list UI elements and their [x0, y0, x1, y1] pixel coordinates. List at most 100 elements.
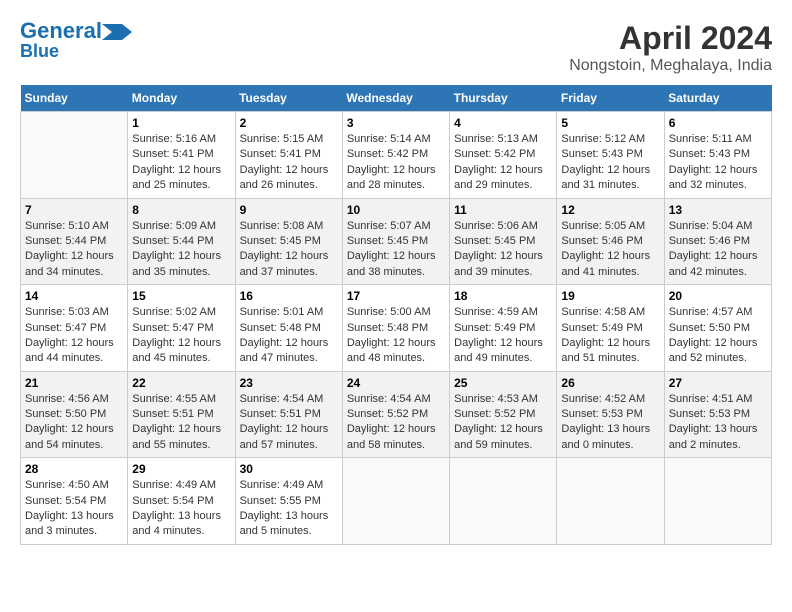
day-number: 29 [132, 462, 230, 476]
calendar-cell [342, 458, 449, 545]
logo-text: General [20, 20, 102, 42]
day-info: Sunrise: 5:07 AM Sunset: 5:45 PM Dayligh… [347, 219, 445, 281]
day-number: 22 [132, 376, 230, 390]
day-info: Sunrise: 5:12 AM Sunset: 5:43 PM Dayligh… [561, 132, 659, 194]
day-info: Sunrise: 4:52 AM Sunset: 5:53 PM Dayligh… [561, 392, 659, 454]
day-info: Sunrise: 4:55 AM Sunset: 5:51 PM Dayligh… [132, 392, 230, 454]
calendar-table: SundayMondayTuesdayWednesdayThursdayFrid… [20, 85, 772, 545]
day-number: 17 [347, 289, 445, 303]
day-number: 4 [454, 116, 552, 130]
page-subtitle: Nongstoin, Meghalaya, India [569, 57, 772, 75]
calendar-cell: 18 Sunrise: 4:59 AM Sunset: 5:49 PM Dayli… [450, 285, 557, 372]
day-info: Sunrise: 4:51 AM Sunset: 5:53 PM Dayligh… [669, 392, 767, 454]
calendar-cell: 10 Sunrise: 5:07 AM Sunset: 5:45 PM Dayli… [342, 198, 449, 285]
day-info: Sunrise: 4:54 AM Sunset: 5:52 PM Dayligh… [347, 392, 445, 454]
day-info: Sunrise: 5:15 AM Sunset: 5:41 PM Dayligh… [240, 132, 338, 194]
calendar-cell: 20 Sunrise: 4:57 AM Sunset: 5:50 PM Dayli… [664, 285, 771, 372]
day-number: 20 [669, 289, 767, 303]
calendar-week-1: 1 Sunrise: 5:16 AM Sunset: 5:41 PM Daylig… [21, 112, 772, 199]
calendar-cell: 30 Sunrise: 4:49 AM Sunset: 5:55 PM Dayli… [235, 458, 342, 545]
header-sunday: Sunday [21, 85, 128, 112]
calendar-cell: 23 Sunrise: 4:54 AM Sunset: 5:51 PM Dayli… [235, 371, 342, 458]
calendar-week-4: 21 Sunrise: 4:56 AM Sunset: 5:50 PM Dayli… [21, 371, 772, 458]
calendar-cell: 21 Sunrise: 4:56 AM Sunset: 5:50 PM Dayli… [21, 371, 128, 458]
calendar-cell: 17 Sunrise: 5:00 AM Sunset: 5:48 PM Dayli… [342, 285, 449, 372]
day-info: Sunrise: 5:00 AM Sunset: 5:48 PM Dayligh… [347, 305, 445, 367]
day-info: Sunrise: 4:57 AM Sunset: 5:50 PM Dayligh… [669, 305, 767, 367]
calendar-cell: 9Sunrise: 5:08 AM Sunset: 5:45 PM Daylig… [235, 198, 342, 285]
day-number: 12 [561, 203, 659, 217]
day-info: Sunrise: 5:04 AM Sunset: 5:46 PM Dayligh… [669, 219, 767, 281]
day-number: 16 [240, 289, 338, 303]
calendar-cell: 13Sunrise: 5:04 AM Sunset: 5:46 PM Dayli… [664, 198, 771, 285]
day-number: 11 [454, 203, 552, 217]
day-number: 5 [561, 116, 659, 130]
day-info: Sunrise: 5:05 AM Sunset: 5:46 PM Dayligh… [561, 219, 659, 281]
calendar-cell: 11Sunrise: 5:06 AM Sunset: 5:45 PM Dayli… [450, 198, 557, 285]
day-number: 30 [240, 462, 338, 476]
day-info: Sunrise: 4:58 AM Sunset: 5:49 PM Dayligh… [561, 305, 659, 367]
calendar-cell [450, 458, 557, 545]
header-saturday: Saturday [664, 85, 771, 112]
day-info: Sunrise: 4:54 AM Sunset: 5:51 PM Dayligh… [240, 392, 338, 454]
calendar-cell: 2 Sunrise: 5:15 AM Sunset: 5:41 PM Daylig… [235, 112, 342, 199]
calendar-cell: 6 Sunrise: 5:11 AM Sunset: 5:43 PM Daylig… [664, 112, 771, 199]
day-number: 23 [240, 376, 338, 390]
calendar-week-3: 14 Sunrise: 5:03 AM Sunset: 5:47 PM Dayli… [21, 285, 772, 372]
calendar-week-5: 28Sunrise: 4:50 AM Sunset: 5:54 PM Dayli… [21, 458, 772, 545]
calendar-cell: 5 Sunrise: 5:12 AM Sunset: 5:43 PM Daylig… [557, 112, 664, 199]
calendar-week-2: 7Sunrise: 5:10 AM Sunset: 5:44 PM Daylig… [21, 198, 772, 285]
calendar-cell: 1 Sunrise: 5:16 AM Sunset: 5:41 PM Daylig… [128, 112, 235, 199]
page-header: General Blue April 2024 Nongstoin, Megha… [20, 20, 772, 75]
day-info: Sunrise: 5:16 AM Sunset: 5:41 PM Dayligh… [132, 132, 230, 194]
day-number: 15 [132, 289, 230, 303]
calendar-cell: 27 Sunrise: 4:51 AM Sunset: 5:53 PM Dayli… [664, 371, 771, 458]
day-info: Sunrise: 4:56 AM Sunset: 5:50 PM Dayligh… [25, 392, 123, 454]
calendar-cell: 24 Sunrise: 4:54 AM Sunset: 5:52 PM Dayli… [342, 371, 449, 458]
day-number: 2 [240, 116, 338, 130]
day-number: 3 [347, 116, 445, 130]
header-monday: Monday [128, 85, 235, 112]
day-number: 21 [25, 376, 123, 390]
calendar-cell: 26 Sunrise: 4:52 AM Sunset: 5:53 PM Dayli… [557, 371, 664, 458]
day-number: 6 [669, 116, 767, 130]
calendar-cell: 8 Sunrise: 5:09 AM Sunset: 5:44 PM Daylig… [128, 198, 235, 285]
day-info: Sunrise: 4:49 AM Sunset: 5:54 PM Dayligh… [132, 478, 230, 540]
day-info: Sunrise: 5:01 AM Sunset: 5:48 PM Dayligh… [240, 305, 338, 367]
calendar-cell: 28Sunrise: 4:50 AM Sunset: 5:54 PM Dayli… [21, 458, 128, 545]
day-number: 8 [132, 203, 230, 217]
day-number: 9 [240, 203, 338, 217]
logo: General Blue [20, 20, 132, 60]
day-info: Sunrise: 5:13 AM Sunset: 5:42 PM Dayligh… [454, 132, 552, 194]
day-number: 24 [347, 376, 445, 390]
day-number: 10 [347, 203, 445, 217]
day-number: 28 [25, 462, 123, 476]
header-tuesday: Tuesday [235, 85, 342, 112]
calendar-cell: 4 Sunrise: 5:13 AM Sunset: 5:42 PM Daylig… [450, 112, 557, 199]
day-number: 26 [561, 376, 659, 390]
day-info: Sunrise: 5:11 AM Sunset: 5:43 PM Dayligh… [669, 132, 767, 194]
calendar-cell: 25Sunrise: 4:53 AM Sunset: 5:52 PM Dayli… [450, 371, 557, 458]
day-number: 25 [454, 376, 552, 390]
calendar-cell: 15Sunrise: 5:02 AM Sunset: 5:47 PM Dayli… [128, 285, 235, 372]
day-number: 1 [132, 116, 230, 130]
calendar-cell: 29 Sunrise: 4:49 AM Sunset: 5:54 PM Dayli… [128, 458, 235, 545]
day-number: 14 [25, 289, 123, 303]
calendar-cell: 3 Sunrise: 5:14 AM Sunset: 5:42 PM Daylig… [342, 112, 449, 199]
calendar-cell: 7Sunrise: 5:10 AM Sunset: 5:44 PM Daylig… [21, 198, 128, 285]
day-number: 27 [669, 376, 767, 390]
day-number: 18 [454, 289, 552, 303]
calendar-cell: 22 Sunrise: 4:55 AM Sunset: 5:51 PM Dayli… [128, 371, 235, 458]
calendar-cell [557, 458, 664, 545]
day-info: Sunrise: 4:49 AM Sunset: 5:55 PM Dayligh… [240, 478, 338, 540]
day-info: Sunrise: 5:14 AM Sunset: 5:42 PM Dayligh… [347, 132, 445, 194]
day-number: 19 [561, 289, 659, 303]
day-info: Sunrise: 5:03 AM Sunset: 5:47 PM Dayligh… [25, 305, 123, 367]
day-info: Sunrise: 5:09 AM Sunset: 5:44 PM Dayligh… [132, 219, 230, 281]
calendar-header-row: SundayMondayTuesdayWednesdayThursdayFrid… [21, 85, 772, 112]
logo-icon [102, 24, 132, 40]
calendar-cell: 19 Sunrise: 4:58 AM Sunset: 5:49 PM Dayli… [557, 285, 664, 372]
calendar-cell: 14 Sunrise: 5:03 AM Sunset: 5:47 PM Dayli… [21, 285, 128, 372]
page-title: April 2024 [569, 20, 772, 57]
day-info: Sunrise: 4:59 AM Sunset: 5:49 PM Dayligh… [454, 305, 552, 367]
